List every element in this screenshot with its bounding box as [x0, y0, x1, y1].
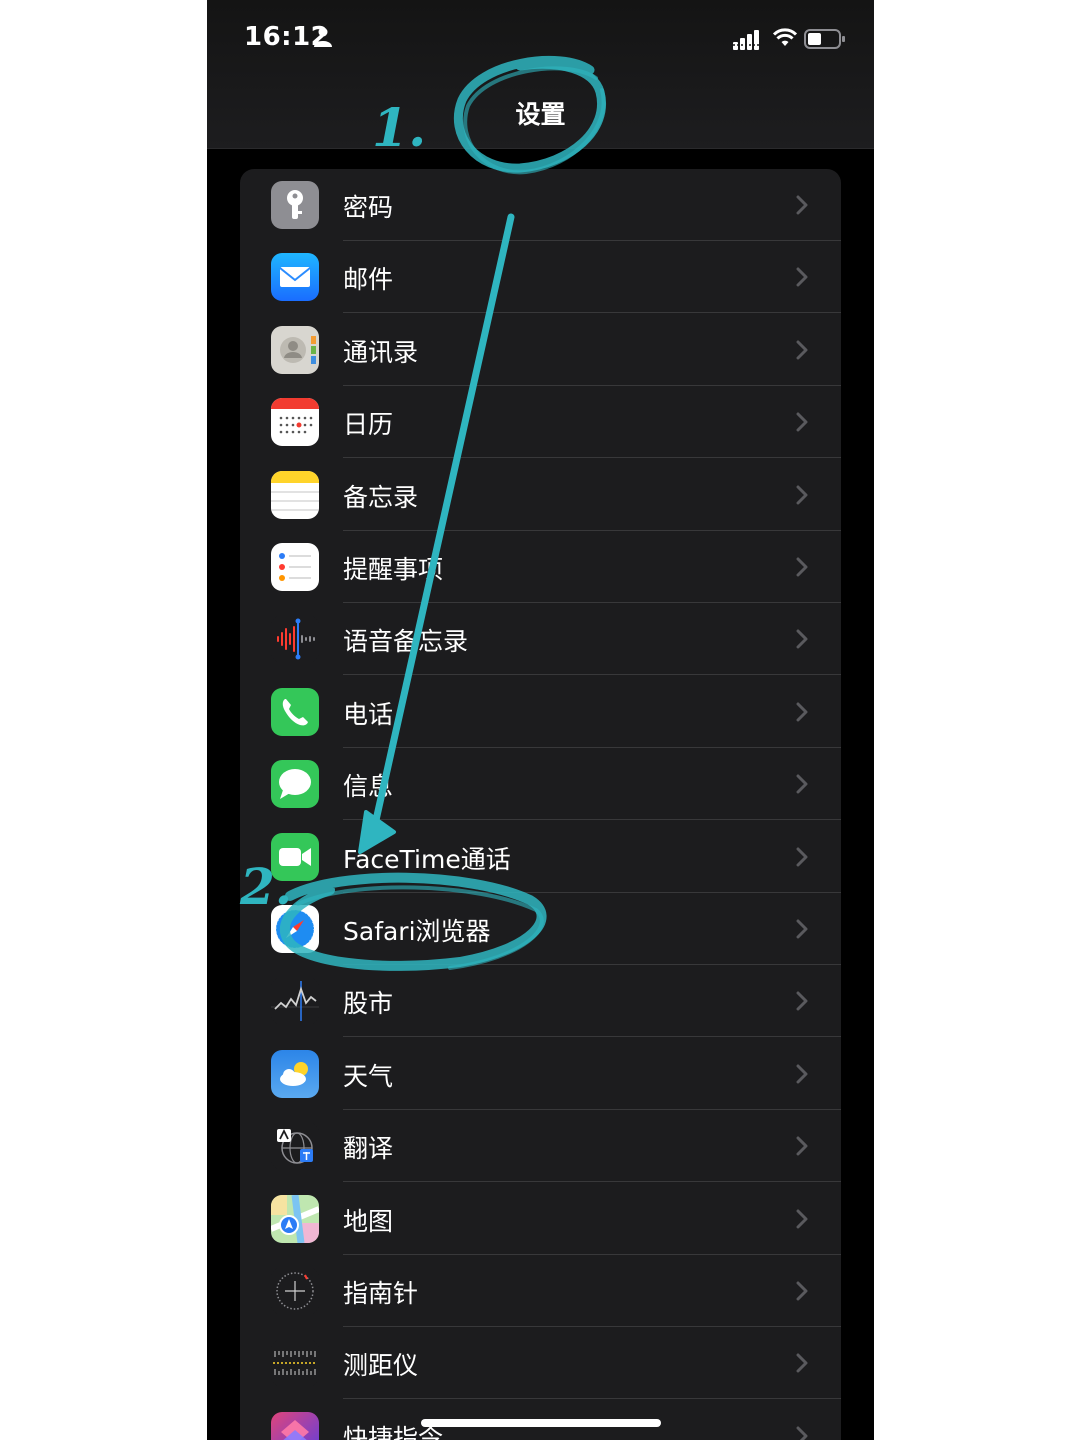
measure-icon — [271, 1339, 319, 1388]
wifi-icon — [772, 28, 798, 52]
settings-item-label: 测距仪 — [343, 1351, 419, 1381]
person-icon — [314, 27, 332, 51]
settings-item-facetime[interactable]: FaceTime通话 — [240, 821, 841, 893]
chevron-right-icon — [796, 1281, 808, 1305]
settings-item-translate[interactable]: 翻译 — [240, 1110, 841, 1183]
settings-item-label: 邮件 — [343, 265, 394, 295]
settings-item-passwords[interactable]: 密码 — [240, 169, 841, 241]
settings-item-label: 指南针 — [343, 1279, 419, 1308]
settings-item-label: 密码 — [343, 193, 394, 222]
mail-icon — [271, 253, 319, 302]
voice-memos-icon — [271, 615, 319, 664]
settings-item-label: 备忘录 — [343, 482, 419, 512]
phone-icon — [271, 687, 319, 736]
chevron-right-icon — [796, 1136, 808, 1160]
stocks-icon — [271, 977, 319, 1026]
chevron-right-icon — [796, 195, 808, 219]
translate-icon — [271, 1122, 319, 1171]
settings-item-weather[interactable]: 天气 — [240, 1038, 841, 1110]
settings-item-compass[interactable]: 指南针 — [240, 1255, 841, 1327]
settings-item-reminders[interactable]: 提醒事项 — [240, 531, 841, 603]
chevron-right-icon — [796, 1426, 808, 1440]
settings-item-label: 天气 — [343, 1061, 394, 1091]
shortcuts-icon — [271, 1411, 319, 1440]
chevron-right-icon — [796, 774, 808, 798]
maps-icon — [271, 1194, 319, 1243]
settings-list: 密码 邮件 通讯录 日历 备忘录 提醒事项 语音备忘录 电话 信息 FaceTi… — [240, 169, 841, 1440]
compass-icon — [271, 1267, 319, 1315]
chevron-right-icon — [796, 702, 808, 726]
weather-icon — [271, 1049, 319, 1098]
chevron-right-icon — [796, 919, 808, 943]
settings-item-maps[interactable]: 地图 — [240, 1183, 841, 1255]
safari-icon — [271, 905, 319, 953]
settings-item-phone[interactable]: 电话 — [240, 676, 841, 748]
settings-item-label: 日历 — [343, 410, 394, 440]
chevron-right-icon — [796, 267, 808, 291]
chevron-right-icon — [796, 1353, 808, 1377]
chevron-right-icon — [796, 629, 808, 653]
chevron-right-icon — [796, 557, 808, 581]
settings-item-contacts[interactable]: 通讯录 — [240, 314, 841, 386]
settings-item-label: 通讯录 — [343, 337, 419, 367]
settings-item-messages[interactable]: 信息 — [240, 748, 841, 821]
settings-item-label: 翻译 — [343, 1134, 394, 1164]
settings-item-label: Safari浏览器 — [343, 917, 491, 946]
notes-icon — [271, 470, 319, 519]
reminders-icon — [271, 543, 319, 591]
navigation-bar: 16:12 设置 — [207, 0, 874, 149]
battery-icon — [804, 28, 846, 54]
messages-icon — [271, 760, 319, 809]
calendar-icon — [271, 398, 319, 447]
chevron-right-icon — [796, 412, 808, 436]
settings-item-label: 电话 — [343, 699, 394, 729]
chevron-right-icon — [796, 340, 808, 364]
settings-item-label: 语音备忘录 — [343, 627, 469, 657]
settings-item-label: 信息 — [343, 772, 394, 802]
key-icon — [271, 181, 319, 229]
phone-screen: 16:12 设置 密码 邮件 通讯录 日历 备忘录 提醒事项 语音备忘录 电话 … — [207, 0, 874, 1440]
settings-item-label: 提醒事项 — [343, 555, 444, 584]
settings-item-stocks[interactable]: 股市 — [240, 965, 841, 1038]
facetime-icon — [271, 832, 319, 881]
settings-item-safari[interactable]: Safari浏览器 — [240, 893, 841, 965]
chevron-right-icon — [796, 847, 808, 871]
settings-item-calendar[interactable]: 日历 — [240, 386, 841, 459]
settings-item-label: FaceTime通话 — [343, 844, 511, 874]
settings-item-label: 地图 — [343, 1206, 394, 1236]
chevron-right-icon — [796, 1064, 808, 1088]
cellular-signal-icon — [733, 30, 761, 54]
settings-item-mail[interactable]: 邮件 — [240, 241, 841, 314]
chevron-right-icon — [796, 1209, 808, 1233]
settings-item-label: 股市 — [343, 989, 394, 1019]
chevron-right-icon — [796, 991, 808, 1015]
settings-item-voice-memos[interactable]: 语音备忘录 — [240, 603, 841, 676]
page-title: 设置 — [515, 100, 566, 129]
home-indicator[interactable] — [421, 1419, 661, 1427]
settings-item-notes[interactable]: 备忘录 — [240, 459, 841, 531]
settings-item-measure[interactable]: 测距仪 — [240, 1327, 841, 1400]
contacts-icon — [271, 325, 319, 374]
chevron-right-icon — [796, 485, 808, 509]
